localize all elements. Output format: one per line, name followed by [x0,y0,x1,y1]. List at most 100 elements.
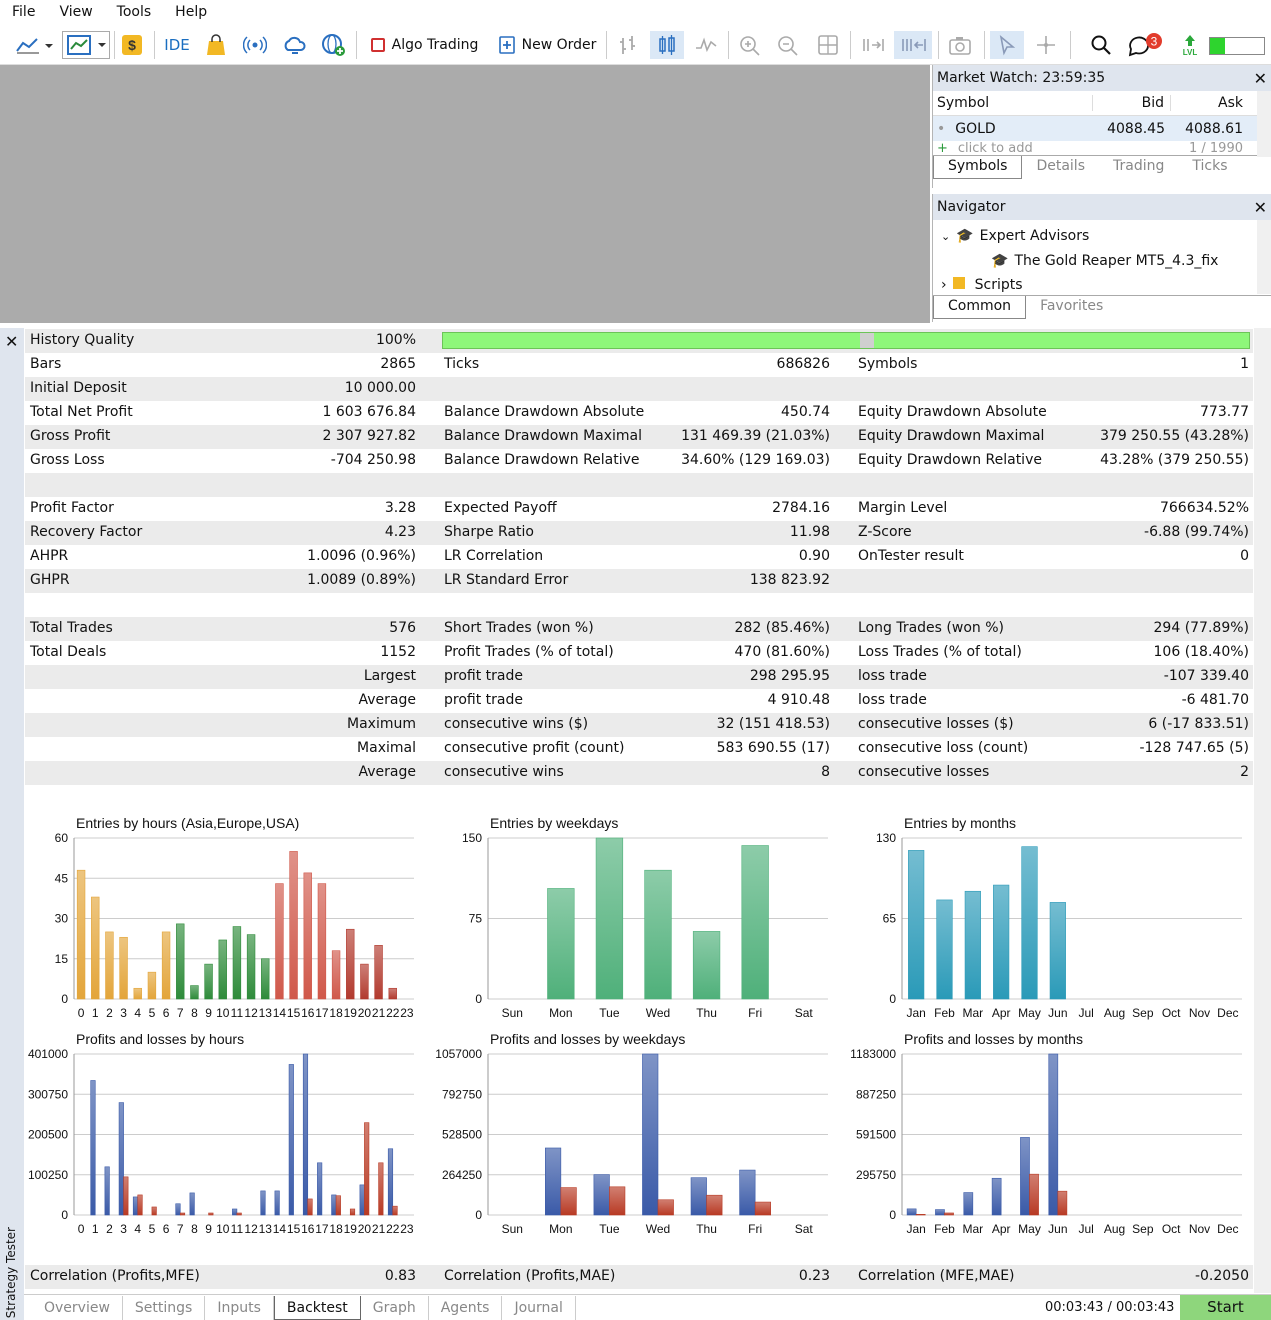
tab-symbols[interactable]: Symbols [933,156,1023,179]
tab-details[interactable]: Details [1022,156,1099,179]
chart-area[interactable] [0,65,930,323]
chart-bar [754,1201,771,1216]
x-tick-label: Apr [992,1222,1011,1236]
zoom-in-button[interactable] [734,31,766,59]
search-button[interactable] [1086,31,1116,59]
metric-value: 773.77 [1200,404,1249,420]
metric-value: -6 481.70 [1181,692,1249,708]
chart-bar [360,963,369,1000]
chart-type-button[interactable] [62,31,110,59]
y-tick-label: 150 [462,831,482,845]
tab-inputs[interactable]: Inputs [205,1295,274,1320]
report-row: Gross Loss -704 250.98 Balance Drawdown Re… [25,449,1253,473]
start-button[interactable]: Start [1180,1295,1271,1320]
x-tick-label: Mon [549,1222,572,1236]
metric-value: -6.88 (99.74%) [1144,524,1249,540]
tab-ticks[interactable]: Ticks [1178,156,1241,179]
metric-value: 4 910.48 [767,692,830,708]
tab-overview[interactable]: Overview [32,1295,123,1320]
col-symbol[interactable]: Symbol [933,95,1093,111]
vps-button[interactable] [280,31,310,59]
navigator-scrollbar[interactable] [1257,220,1271,294]
metric-value: 766634.52% [1159,500,1249,516]
zoom-out-button[interactable] [772,31,804,59]
ide-button[interactable]: IDE [160,31,194,59]
scroll-button[interactable] [856,31,890,59]
x-tick-label: 16 [301,1222,315,1236]
web-button[interactable] [318,31,350,59]
report-row [25,473,1253,497]
menu-help[interactable]: Help [163,0,219,25]
tree-item-expert-advisors[interactable]: ⌄ 🎓 Expert Advisors [941,224,1218,249]
tree-item-scripts[interactable]: › Scripts [941,273,1218,297]
metric-value: Largest [363,668,416,684]
close-icon[interactable]: ✕ [1254,69,1267,88]
col-bid[interactable]: Bid [1093,95,1171,111]
chart-bar [644,869,672,1000]
crosshair-button[interactable] [1030,31,1062,59]
line-button[interactable] [690,31,722,59]
tab-trading[interactable]: Trading [1099,156,1178,179]
x-tick-label: 8 [191,1222,198,1236]
level-button[interactable]: LVL [1176,31,1204,59]
tab-agents[interactable]: Agents [429,1295,503,1320]
candles-icon [659,35,675,55]
screenshot-button[interactable] [944,31,976,59]
add-symbol-row[interactable]: + click to add 1 / 1990 [933,141,1271,155]
tab-common[interactable]: Common [933,296,1027,319]
menu-tools[interactable]: Tools [105,0,164,25]
dollar-button[interactable]: $ [118,31,146,59]
chart-bar [657,1199,674,1216]
chart-bar [392,1205,398,1216]
symbol-row-gold[interactable]: • GOLD 4088.45 4088.61 [933,116,1271,141]
bar-chart-button[interactable] [612,31,644,59]
x-tick-label: 17 [315,1222,329,1236]
new-chart-button[interactable] [12,31,56,59]
x-tick-label: Feb [934,1006,955,1020]
tab-settings[interactable]: Settings [123,1295,206,1320]
menu-view[interactable]: View [47,0,104,25]
metric-value: 3.28 [384,500,416,516]
algo-trading-button[interactable]: Algo Trading [364,31,484,59]
chart-bar [132,1196,139,1216]
corr-profit-mfe-value: 0.83 [384,1268,416,1284]
metric-value: 583 690.55 (17) [716,740,830,756]
metric-value: -128 747.65 (5) [1139,740,1250,756]
chart-bar [1048,1053,1059,1216]
metric-value: 2 307 927.82 [322,428,416,444]
script-icon [952,277,965,289]
chart-bar [964,890,981,1000]
line-icon [696,37,717,53]
close-icon[interactable]: ✕ [5,332,18,351]
tab-backtest[interactable]: Backtest [273,1295,361,1320]
market-watch-scrollbar[interactable] [1257,91,1271,157]
candles-button[interactable] [650,31,684,59]
chart-bar [906,1208,917,1216]
tile-button[interactable] [812,31,844,59]
chart-bar [260,1190,266,1216]
y-tick-label: 15 [55,952,69,966]
y-tick-label: 528500 [442,1128,482,1142]
col-ask[interactable]: Ask [1171,95,1249,111]
chart-bar [642,1053,659,1216]
tab-graph[interactable]: Graph [361,1295,429,1320]
menu-file[interactable]: File [0,0,47,25]
x-tick-label: 16 [301,1006,315,1020]
symbol-name: GOLD [955,120,996,137]
tab-journal[interactable]: Journal [502,1295,576,1320]
strategy-tester: ✕ Strategy Tester History Quality 100% Bar… [0,328,1271,1320]
cursor-button[interactable] [990,31,1024,59]
shift-button[interactable] [894,31,932,59]
close-icon[interactable]: ✕ [1254,198,1267,217]
x-tick-label: 5 [149,1222,156,1236]
tab-favorites[interactable]: Favorites [1026,296,1117,319]
report-scrollbar[interactable] [1254,328,1271,1293]
market-watch-title: Market Watch: 23:59:35 [937,70,1106,86]
signals-button[interactable] [240,31,270,59]
notifications-button[interactable]: 3 [1126,31,1166,59]
new-order-button[interactable]: New Order [494,31,600,59]
x-tick-label: 18 [329,1006,343,1020]
market-button[interactable] [202,31,230,59]
chart-bar [104,1166,110,1216]
tree-item-ea[interactable]: 🎓 The Gold Reaper MT5_4.3_fix [941,249,1218,273]
